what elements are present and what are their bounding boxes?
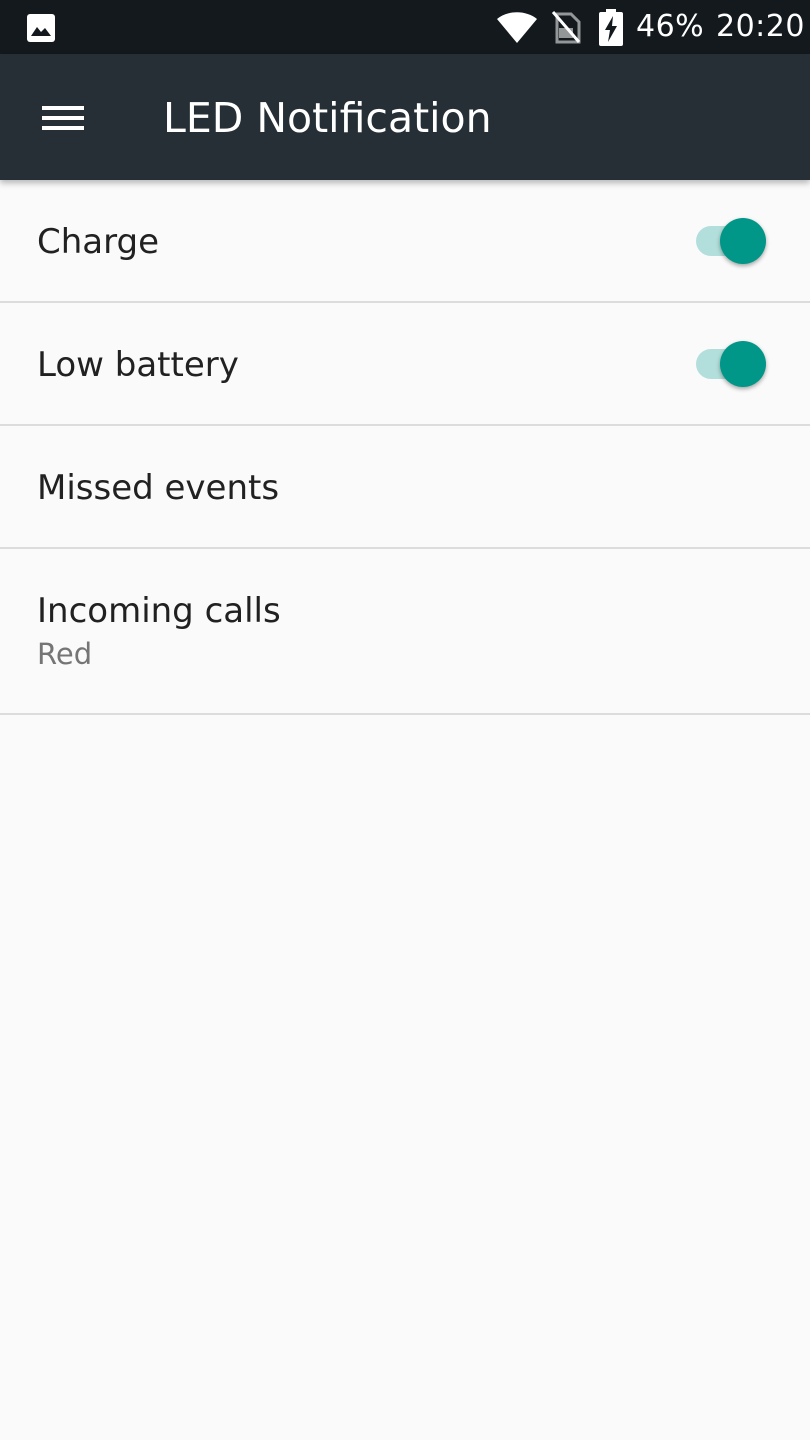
setting-row-charge[interactable]: Charge: [0, 180, 810, 303]
low-battery-switch[interactable]: [694, 339, 768, 389]
setting-label: Incoming calls: [37, 591, 281, 631]
battery-percent: 46%: [636, 9, 705, 44]
clock: 20:20: [716, 9, 805, 44]
gallery-icon: [27, 14, 55, 42]
charge-switch[interactable]: [694, 216, 768, 266]
setting-label: Charge: [37, 222, 160, 262]
settings-list: Charge Low battery Missed events Incomin…: [0, 180, 810, 715]
setting-row-missed-events[interactable]: Missed events: [0, 426, 810, 549]
setting-row-incoming-calls[interactable]: Incoming calls Red: [0, 549, 810, 715]
battery-charging-icon: [599, 9, 623, 46]
setting-summary: Red: [37, 637, 93, 671]
app-bar: LED Notification: [0, 54, 810, 180]
wifi-icon: [497, 12, 537, 43]
switch-thumb: [720, 341, 766, 387]
hamburger-menu-icon[interactable]: [38, 98, 88, 138]
switch-thumb: [720, 218, 766, 264]
page-title: LED Notification: [163, 94, 492, 142]
setting-row-low-battery[interactable]: Low battery: [0, 303, 810, 426]
no-sim-icon: [551, 11, 581, 44]
setting-label: Missed events: [37, 468, 280, 508]
status-bar: 46% 20:20: [0, 0, 810, 54]
setting-label: Low battery: [37, 345, 239, 385]
